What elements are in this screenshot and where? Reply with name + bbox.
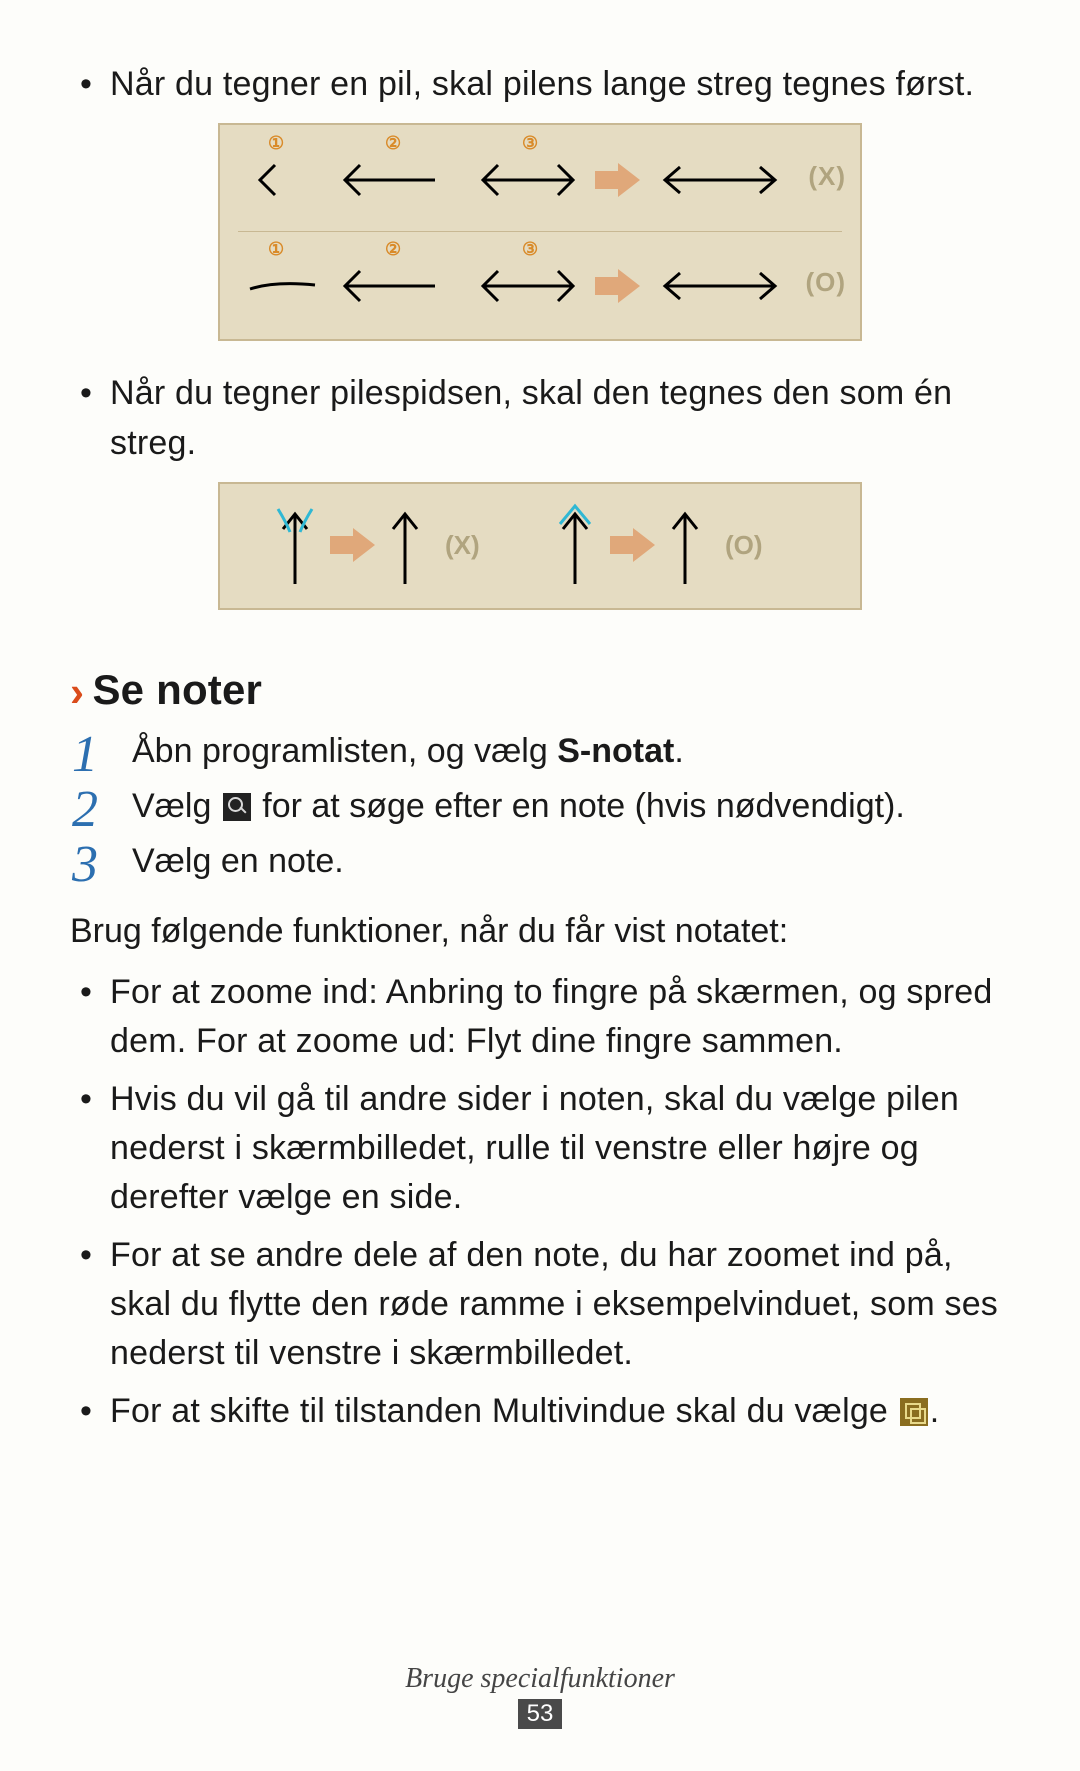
search-icon [223, 793, 251, 821]
step-text: Åbn programlisten, og vælg [132, 732, 557, 770]
sub-bullet: For at zoome ind: Anbring to fingre på s… [70, 968, 1010, 1067]
chevron-icon: › [70, 668, 84, 715]
section-header: › Se noter [70, 666, 1010, 716]
intro-bullet-2: Når du tegner pilespidsen, skal den tegn… [70, 369, 1010, 468]
manual-page: Når du tegner en pil, skal pilens lange … [0, 0, 1080, 1771]
step-2: 2 Vælg for at søge efter en note (hvis n… [70, 781, 1010, 832]
wrong-arrow-sketch [220, 125, 860, 231]
arrowhead-sketch: (X) (O) [220, 484, 860, 608]
step-text: Vælg en note. [132, 842, 344, 880]
section-title: Se noter [92, 666, 262, 713]
step-1: 1 Åbn programlisten, og vælg S-notat. [70, 726, 1010, 777]
sub-bullet-list: For at zoome ind: Anbring to fingre på s… [70, 968, 1010, 1436]
sub-bullet: For at se andre dele af den note, du har… [70, 1231, 1010, 1379]
page-footer: Bruge specialfunktioner 53 [0, 1663, 1080, 1729]
arrow-drawing-steps-illustration: ① ② ③ (X) [218, 123, 862, 341]
step-3: 3 Vælg en note. [70, 836, 1010, 887]
svg-text:(O): (O) [725, 530, 763, 560]
svg-text:(X): (X) [445, 530, 480, 560]
step-text: Vælg [132, 787, 221, 825]
step-bold: S-notat [557, 732, 674, 770]
multiwindow-icon [900, 1398, 928, 1426]
correct-label: (O) [805, 267, 846, 298]
intro-bullet-1: Når du tegner en pil, skal pilens lange … [70, 60, 1010, 109]
wrong-label: (X) [808, 161, 846, 192]
page-number: 53 [518, 1699, 562, 1729]
correct-arrow-sketch [220, 231, 860, 337]
sub-bullet: Hvis du vil gå til andre sider i noten, … [70, 1075, 1010, 1223]
arrowhead-stroke-illustration: (X) (O) [218, 482, 862, 610]
sub-bullet-multiwindow: For at skifte til tilstanden Multivindue… [70, 1387, 1010, 1436]
step-number: 3 [72, 826, 98, 904]
footer-section-title: Bruge specialfunktioner [0, 1663, 1080, 1695]
instruction-paragraph: Brug følgende funktioner, når du får vis… [70, 907, 1010, 956]
